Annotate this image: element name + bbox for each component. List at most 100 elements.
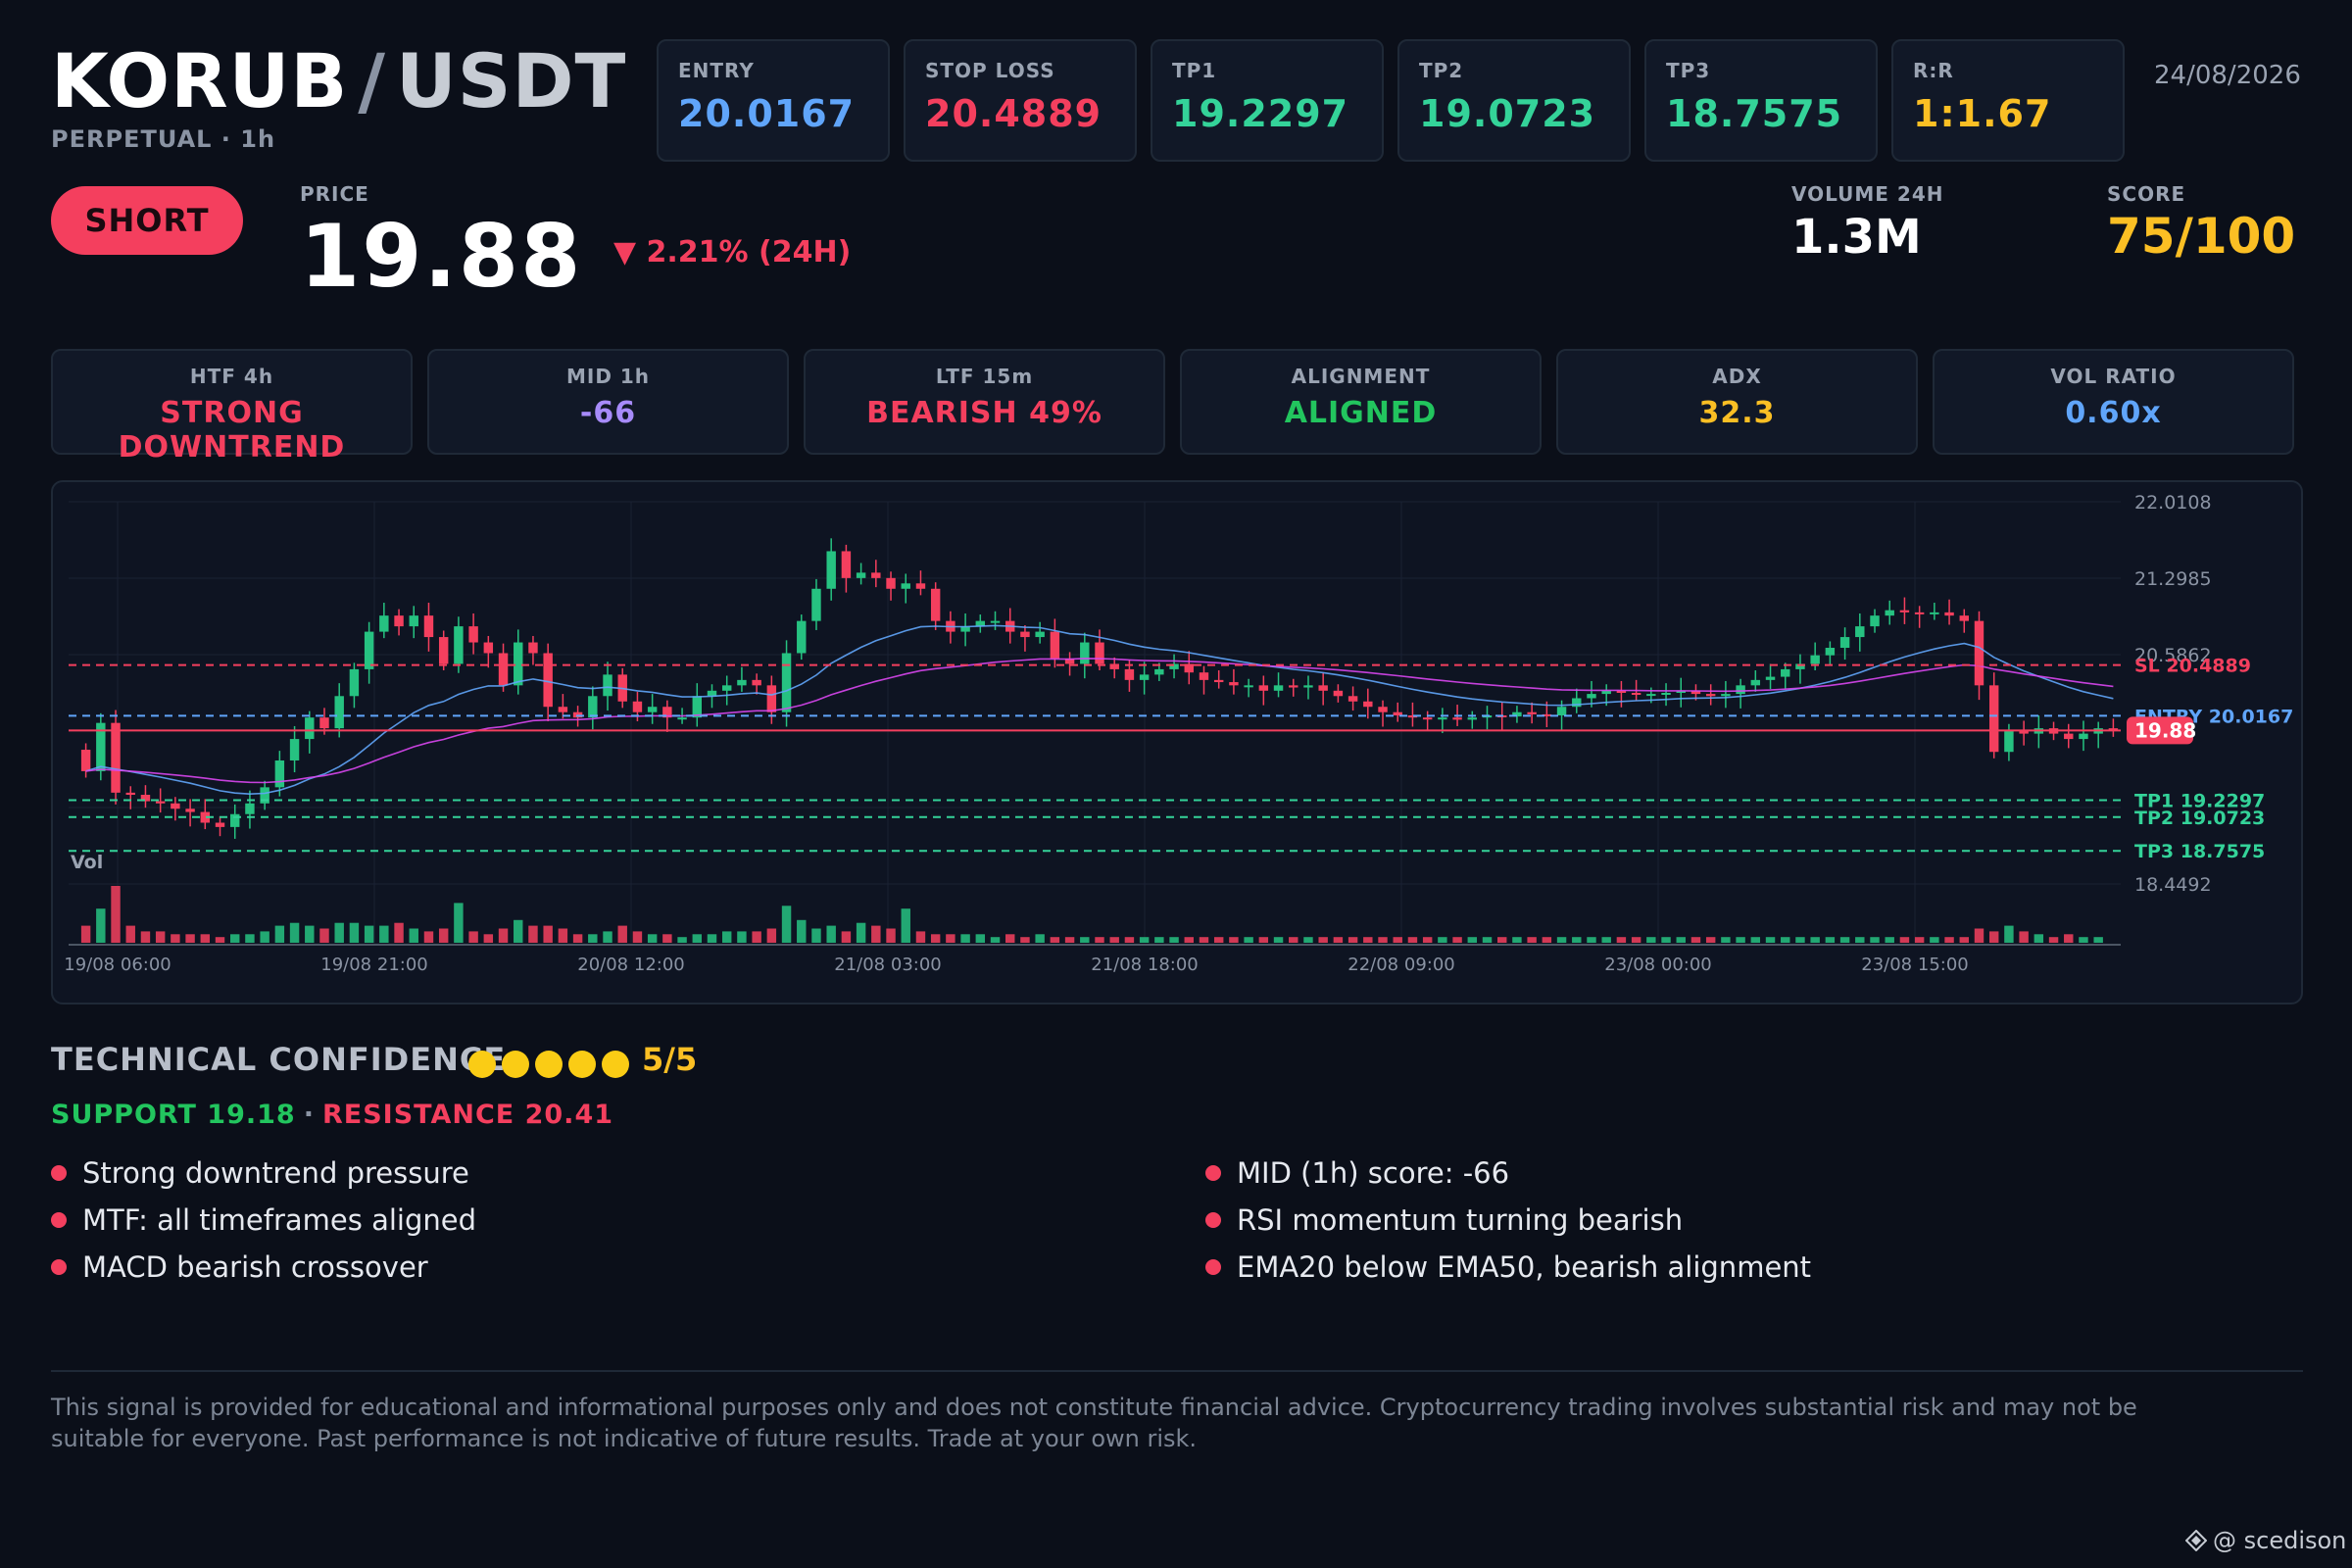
candle-body (1333, 690, 1344, 697)
volume-bar (1109, 937, 1119, 943)
candle-body (1988, 685, 1999, 753)
volume-bar (558, 928, 568, 943)
candle-body (319, 717, 329, 729)
stat-card-stop-loss: STOP LOSS 20.4889 (904, 39, 1137, 162)
candle-body (245, 803, 255, 814)
x-tick-label: 19/08 06:00 (64, 955, 171, 975)
volume-bar (468, 931, 478, 943)
candle-body (409, 615, 418, 627)
volume-bar (662, 934, 672, 943)
candle-body (1318, 685, 1328, 691)
stat-label: R:R (1913, 59, 1954, 82)
volume-bar (1587, 937, 1596, 943)
price-chart[interactable]: 22.0108 21.2985 20.5862 18.4492 SL 20.4889 EN… (51, 480, 2303, 1004)
sr-separator: · (303, 1100, 315, 1130)
y-tick-label: 22.0108 (2134, 492, 2212, 514)
indicator-card-alignment: ALIGNMENT ALIGNED (1180, 349, 1542, 455)
volume-bar (632, 931, 643, 943)
volume-bar (289, 922, 300, 943)
volume-bar (200, 934, 211, 943)
volume-bar (1393, 937, 1402, 943)
candle-body (1422, 717, 1433, 720)
score-label: SCORE (2107, 182, 2186, 206)
candle-body (632, 701, 643, 712)
footer-divider (51, 1370, 2303, 1372)
volume-bar (1988, 931, 1999, 943)
volume-bar (1601, 937, 1611, 943)
volume-bar (1303, 937, 1313, 943)
candle-body (1705, 694, 1716, 697)
candle-body (1930, 612, 1939, 614)
candle-body (677, 717, 687, 720)
volume-bar (946, 934, 956, 943)
volume-bar (692, 934, 703, 943)
stat-card-entry: ENTRY 20.0167 (657, 39, 890, 162)
volume-bar (111, 886, 121, 943)
support-level: SUPPORT 19.18 (51, 1100, 296, 1130)
volume-bar (797, 919, 807, 943)
volume-bar (2004, 925, 2014, 943)
stat-label: STOP LOSS (925, 59, 1055, 82)
volume-bar (1825, 937, 1836, 943)
resistance-level: RESISTANCE 20.41 (321, 1100, 614, 1130)
volume-bar (305, 925, 315, 943)
candle-body (915, 583, 926, 589)
volume-label: Vol (71, 852, 103, 873)
volume-bar (1661, 937, 1671, 943)
bullet-dot (51, 1165, 67, 1181)
candle-body (1438, 717, 1447, 720)
confidence-title: TECHNICAL CONFIDENCE (51, 1041, 507, 1078)
volume-bar (1736, 937, 1745, 943)
reason-item: MTF: all timeframes aligned (51, 1203, 476, 1237)
confidence-dots (468, 1051, 629, 1078)
candle-body (1781, 668, 1790, 677)
candle-body (1765, 676, 1776, 680)
volume-bar (1035, 934, 1045, 943)
watermark: @ scedison (2185, 1527, 2346, 1554)
volume-bar (603, 931, 612, 943)
candle-body (1095, 642, 1104, 664)
volume-bar (1333, 937, 1344, 943)
candle-body (379, 615, 389, 632)
volume-bar (841, 931, 852, 943)
volume-bar (1839, 937, 1850, 943)
candle-body (1348, 696, 1358, 702)
disclaimer-text: This signal is provided for educational … (51, 1394, 2137, 1452)
volume-bar (1631, 937, 1642, 943)
volume-bar (871, 925, 881, 943)
volume-bar (1795, 937, 1805, 943)
volume-bar (1705, 937, 1716, 943)
volume-bar (1289, 937, 1298, 943)
volume-bar (185, 934, 195, 943)
confidence-dot (568, 1051, 596, 1078)
pair-title: KORUB / USDT (51, 37, 626, 124)
x-tick-label: 21/08 18:00 (1091, 955, 1198, 975)
confidence-dot (502, 1051, 529, 1078)
volume-bar (543, 925, 553, 943)
bullet-dot (1205, 1259, 1221, 1275)
candle-body (1452, 717, 1462, 720)
candle-body (1556, 707, 1567, 715)
x-tick-label: 22/08 09:00 (1348, 955, 1454, 975)
volume-bar (1169, 937, 1179, 943)
stat-value: 20.0167 (678, 92, 856, 135)
contract-subtitle: PERPETUAL · 1h (51, 125, 276, 153)
watermark-text: @ scedison (2213, 1527, 2347, 1554)
candle-body (647, 707, 658, 712)
candle-body (1974, 620, 1984, 686)
candle-body (1244, 685, 1253, 688)
indicator-value: 32.3 (1698, 396, 1776, 430)
candle-body (1124, 668, 1135, 680)
reason-text: Strong downtrend pressure (82, 1156, 469, 1190)
indicator-label: VOL RATIO (2050, 365, 2177, 388)
volume-bar (1378, 937, 1388, 943)
volume-bar (2079, 937, 2088, 943)
volume-bar (140, 931, 151, 943)
reason-text: RSI momentum turning bearish (1237, 1203, 1684, 1237)
volume-bar (438, 928, 449, 943)
volume-bar (1258, 937, 1269, 943)
volume-bar (1064, 937, 1075, 943)
candle-body (171, 803, 180, 809)
x-tick-label: 20/08 12:00 (577, 955, 684, 975)
volume-bar (1512, 937, 1522, 943)
